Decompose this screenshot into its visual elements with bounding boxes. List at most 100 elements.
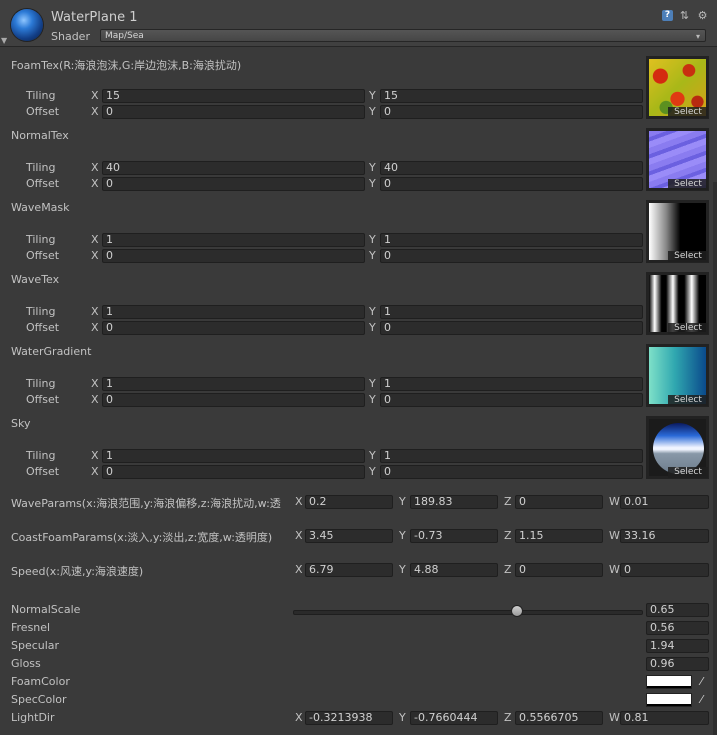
select-button[interactable]: Select [668,395,708,406]
select-button[interactable]: Select [668,467,708,478]
foam-tex-offset-y-field[interactable]: 0 [380,105,643,119]
sky-tex-tiling-x-field[interactable]: 1 [102,449,365,463]
normal-tex-tiling-x-field[interactable]: 40 [102,161,365,175]
wave-tex-offset-y-field[interactable]: 0 [380,321,643,335]
eyedropper-icon[interactable]: ⁄ [696,675,707,689]
water-gradient-offset-y-field[interactable]: 0 [380,393,643,407]
wave-tex-offset-x-field[interactable]: 0 [102,321,365,335]
axis-y-label: Y [369,393,376,406]
wave-params-z-field[interactable]: 0 [515,495,603,509]
water-gradient-offset-x-field[interactable]: 0 [102,393,365,407]
light-dir-y-field[interactable]: -0.7660444 [410,711,498,725]
wave-mask-tiling-x-field[interactable]: 1 [102,233,365,247]
sky-tex-thumbnail[interactable]: Select [646,416,709,479]
coast-foam-params-x-field[interactable]: 3.45 [305,529,393,543]
tiling-label: Tiling [26,449,56,462]
specular-field[interactable]: 1.94 [646,639,709,653]
select-button[interactable]: Select [668,179,708,190]
offset-label: Offset [26,105,60,118]
axis-x-label: X [295,563,303,576]
shader-dropdown[interactable]: Map/Sea ▾ [100,29,706,42]
normal-tex-offset-x-field[interactable]: 0 [102,177,365,191]
coast-foam-params-label: CoastFoamParams(x:淡入,y:淡出,z:宽度,w:透明度) [11,531,273,544]
normal-tex-thumbnail[interactable]: Select [646,128,709,191]
wave-tex-tiling-x-field[interactable]: 1 [102,305,365,319]
wave-mask-thumbnail[interactable]: Select [646,200,709,263]
light-dir-w-field[interactable]: 0.81 [620,711,709,725]
water-gradient-thumbnail[interactable]: Select [646,344,709,407]
foam-tex-offset-x-field[interactable]: 0 [102,105,365,119]
normal-tex-label: NormalTex [11,129,69,142]
material-preview-icon [11,9,43,41]
wave-tex-thumbnail[interactable]: Select [646,272,709,335]
help-icon[interactable]: ? [662,10,673,21]
wave-params-x-field[interactable]: 0.2 [305,495,393,509]
axis-y-label: Y [399,563,406,576]
shader-label: Shader [51,30,90,43]
axis-y-label: Y [399,711,406,724]
coast-foam-params-y-field[interactable]: -0.73 [410,529,498,543]
axis-y-label: Y [369,161,376,174]
preset-icon[interactable]: ⇅ [679,10,690,21]
wave-params-w-field[interactable]: 0.01 [620,495,709,509]
normal-tex-offset-y-field[interactable]: 0 [380,177,643,191]
axis-y-label: Y [399,529,406,542]
axis-w-label: W [609,495,620,508]
wave-mask-tiling-y-field[interactable]: 1 [380,233,643,247]
offset-label: Offset [26,177,60,190]
water-gradient-tiling-y-field[interactable]: 1 [380,377,643,391]
sky-tex-offset-x-field[interactable]: 0 [102,465,365,479]
axis-x-label: X [295,495,303,508]
select-button[interactable]: Select [668,323,708,334]
material-header: WaterPlane 1 Shader Map/Sea ▾ ▼ ? ⇅ ⚙ [0,0,717,47]
gloss-field[interactable]: 0.96 [646,657,709,671]
fresnel-label: Fresnel [11,621,51,634]
normal-scale-label: NormalScale [11,603,81,616]
speed-x-field[interactable]: 6.79 [305,563,393,577]
axis-x-label: X [91,177,99,190]
light-dir-x-field[interactable]: -0.3213938 [305,711,393,725]
speed-w-field[interactable]: 0 [620,563,709,577]
axis-x-label: X [295,711,303,724]
axis-z-label: Z [504,529,512,542]
sky-tex-offset-y-field[interactable]: 0 [380,465,643,479]
light-dir-z-field[interactable]: 0.5566705 [515,711,603,725]
foam-tex-tiling-x-field[interactable]: 15 [102,89,365,103]
select-button[interactable]: Select [668,251,708,262]
shader-value: Map/Sea [105,31,144,41]
normal-tex-tiling-y-field[interactable]: 40 [380,161,643,175]
water-gradient-label: WaterGradient [11,345,92,358]
scrollbar[interactable] [713,182,717,735]
fresnel-field[interactable]: 0.56 [646,621,709,635]
wave-tex-tiling-y-field[interactable]: 1 [380,305,643,319]
wave-mask-offset-x-field[interactable]: 0 [102,249,365,263]
eyedropper-icon[interactable]: ⁄ [696,693,707,707]
offset-label: Offset [26,393,60,406]
speed-z-field[interactable]: 0 [515,563,603,577]
axis-z-label: Z [504,563,512,576]
foldout-arrow-icon[interactable]: ▼ [1,36,7,45]
specular-label: Specular [11,639,60,652]
axis-y-label: Y [369,177,376,190]
sky-tex-tiling-y-field[interactable]: 1 [380,449,643,463]
foam-tex-tiling-y-field[interactable]: 15 [380,89,643,103]
foam-color-swatch[interactable] [646,675,692,689]
wave-params-y-field[interactable]: 189.83 [410,495,498,509]
spec-color-swatch[interactable] [646,693,692,707]
axis-y-label: Y [369,305,376,318]
normal-scale-slider-knob[interactable] [510,605,523,617]
normal-scale-field[interactable]: 0.65 [646,603,709,617]
select-button[interactable]: Select [668,107,708,118]
coast-foam-params-w-field[interactable]: 33.16 [620,529,709,543]
axis-w-label: W [609,711,620,724]
light-dir-label: LightDir [11,711,55,724]
wave-mask-label: WaveMask [11,201,70,214]
foam-tex-thumbnail[interactable]: Select [646,56,709,119]
normal-scale-slider-track[interactable] [293,610,643,615]
water-gradient-tiling-x-field[interactable]: 1 [102,377,365,391]
coast-foam-params-z-field[interactable]: 1.15 [515,529,603,543]
speed-y-field[interactable]: 4.88 [410,563,498,577]
offset-label: Offset [26,249,60,262]
wave-mask-offset-y-field[interactable]: 0 [380,249,643,263]
settings-gear-icon[interactable]: ⚙ [697,10,708,21]
